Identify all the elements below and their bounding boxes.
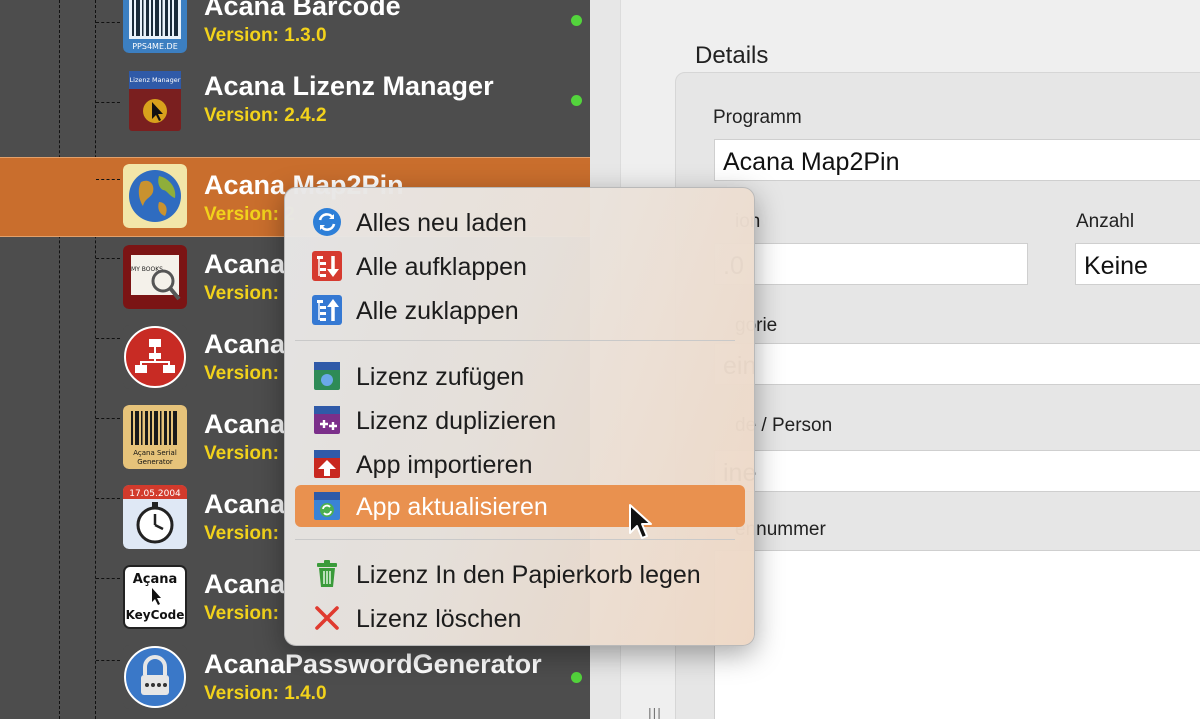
- menu-separator: [295, 340, 735, 341]
- keycode-icon-text: KeyCode: [126, 608, 185, 622]
- app-version: Version:: [204, 363, 279, 384]
- menu-item-reload-all[interactable]: Alles neu laden: [295, 201, 745, 243]
- menu-item-label: Lizenz duplizieren: [356, 407, 557, 435]
- tree-connector: [96, 498, 120, 499]
- duplicate-license-icon: [312, 405, 342, 435]
- tree-connector: [96, 22, 120, 23]
- menu-item-import-app[interactable]: App importieren: [295, 443, 745, 485]
- tree-connector: [96, 338, 120, 339]
- stopwatch-calendar-icon: 17.05.2004: [123, 485, 187, 549]
- app-version: Version:: [204, 443, 279, 464]
- menu-item-label: Alle zuklappen: [356, 297, 519, 325]
- app-version: Version: 2: [204, 204, 295, 225]
- app-version: Version:: [204, 523, 279, 544]
- app-title: Acana Lizenz Manager: [204, 71, 494, 101]
- app-title: Acana: [204, 409, 286, 439]
- app-title: Acana: [204, 489, 286, 519]
- app-row-password-generator[interactable]: AcanaPasswordGenerator Version: 1.4.0: [0, 639, 590, 719]
- serial-icon-text: Generator: [137, 458, 173, 466]
- calendar-date-text: 17.05.2004: [129, 489, 181, 499]
- menu-item-collapse-all[interactable]: Alle zuklappen: [295, 289, 745, 331]
- license-manager-icon: Lizenz Manager: [123, 69, 187, 133]
- customer-field[interactable]: ine: [714, 450, 1200, 492]
- details-title: Details: [695, 42, 769, 69]
- app-version: Version:: [204, 603, 279, 624]
- app-version: Version: 1.3.0: [204, 25, 327, 46]
- count-field[interactable]: Keine: [1075, 243, 1200, 285]
- menu-item-update-app[interactable]: App aktualisieren: [295, 485, 745, 527]
- tree-connector: [96, 179, 120, 180]
- trash-icon: [312, 559, 342, 589]
- app-title: Acana: [204, 329, 286, 359]
- serial-icon-text: Açana Serial: [133, 449, 177, 457]
- status-dot: [571, 95, 582, 106]
- menu-item-expand-all[interactable]: Alle aufklappen: [295, 245, 745, 287]
- menu-item-label: App aktualisieren: [356, 493, 548, 521]
- keycode-icon-text: Açana: [133, 572, 178, 587]
- reload-icon: [312, 207, 342, 237]
- split-handle-icon[interactable]: |||: [648, 705, 662, 719]
- menu-item-move-to-trash[interactable]: Lizenz In den Papierkorb legen: [295, 553, 745, 595]
- menu-item-label: Lizenz zufügen: [356, 363, 525, 391]
- keycode-icon: Açana KeyCode: [123, 565, 187, 629]
- menu-item-label: App importieren: [356, 451, 533, 479]
- tree-connector: [96, 660, 120, 661]
- tree-connector: [96, 102, 120, 103]
- globe-icon: [123, 164, 187, 228]
- program-label: Programm: [713, 107, 802, 128]
- app-title: Acana Barcode: [204, 0, 401, 21]
- status-dot: [571, 672, 582, 683]
- license-manager-icon-text: Lizenz Manager: [130, 76, 181, 84]
- tree-connector: [96, 578, 120, 579]
- menu-separator: [295, 539, 735, 540]
- update-app-icon: [312, 491, 342, 521]
- serial-number-field[interactable]: [714, 550, 1200, 719]
- add-license-icon: [312, 361, 342, 391]
- count-label: Anzahl: [1076, 211, 1135, 232]
- mybooks-icon: MY BOOKS: [123, 245, 187, 309]
- context-menu: Alles neu laden Alle aufklappen Alle zuk: [284, 187, 755, 646]
- barcode-icon-text: PPS4ME.DE: [132, 42, 178, 51]
- menu-item-label: Alles neu laden: [356, 209, 527, 237]
- menu-item-add-license[interactable]: Lizenz zufügen: [295, 355, 745, 397]
- status-dot: [571, 15, 582, 26]
- app-title: Acana: [204, 249, 286, 279]
- version-field[interactable]: .0: [714, 243, 1028, 285]
- program-field[interactable]: Acana Map2Pin: [714, 139, 1200, 181]
- menu-item-label: Alle aufklappen: [356, 253, 527, 281]
- flowchart-icon: [123, 325, 187, 389]
- password-lock-icon: [123, 645, 187, 709]
- app-version: Version:: [204, 283, 279, 304]
- tree-connector: [96, 258, 120, 259]
- app-row-lizenz-manager[interactable]: Lizenz Manager Acana Lizenz Manager Vers…: [0, 63, 590, 143]
- app-version: Version: 1.4.0: [204, 683, 327, 704]
- app-title: Acana: [204, 569, 286, 599]
- tree-connector: [96, 418, 120, 419]
- mouse-cursor-icon: [629, 504, 652, 539]
- app-title: AcanaPasswordGenerator: [204, 649, 542, 679]
- collapse-all-icon: [312, 295, 342, 325]
- menu-item-label: Lizenz In den Papierkorb legen: [356, 561, 701, 589]
- category-field[interactable]: ein: [714, 343, 1200, 385]
- menu-item-duplicate-license[interactable]: Lizenz duplizieren: [295, 399, 745, 441]
- app-version: Version: 2.4.2: [204, 105, 327, 126]
- expand-all-icon: [312, 251, 342, 281]
- import-app-icon: [312, 449, 342, 479]
- delete-x-icon: [312, 603, 342, 633]
- menu-item-label: Lizenz löschen: [356, 605, 522, 633]
- menu-item-delete-license[interactable]: Lizenz löschen: [295, 597, 745, 639]
- serial-generator-icon: Açana Serial Generator: [123, 405, 187, 469]
- barcode-icon: PPS4ME.DE: [123, 0, 187, 53]
- app-row-barcode[interactable]: PPS4ME.DE Acana Barcode Version: 1.3.0: [0, 0, 590, 63]
